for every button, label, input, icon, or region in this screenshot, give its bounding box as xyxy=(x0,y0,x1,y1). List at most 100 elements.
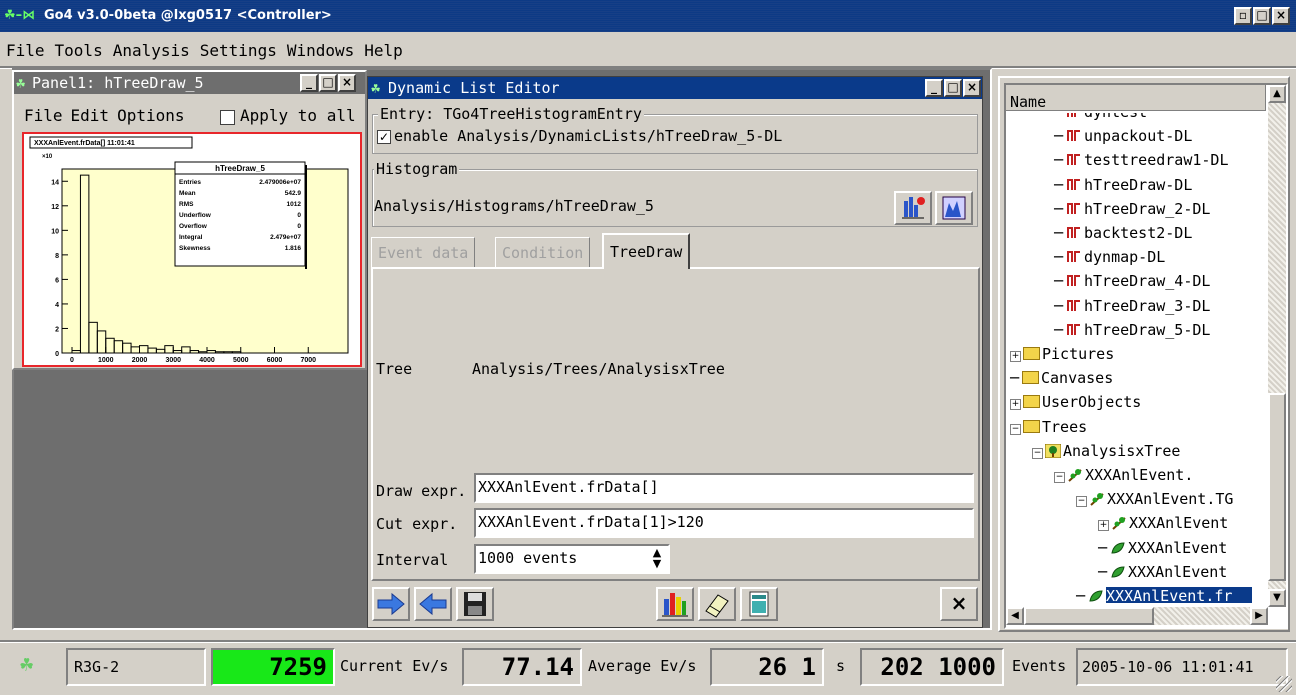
tree-item[interactable]: + UserObjects xyxy=(1010,391,1141,413)
expand-toggle-icon[interactable]: + xyxy=(1010,399,1021,411)
x-tick-label: 4000 xyxy=(199,357,215,364)
hscrollbar-thumb[interactable] xyxy=(1024,607,1154,625)
cut-expr-input[interactable]: XXXAnlEvent.frData[1]>120 xyxy=(474,508,974,538)
tree-item[interactable]: + Pictures xyxy=(1010,343,1114,365)
get-left-button[interactable] xyxy=(414,587,452,621)
clear-button[interactable] xyxy=(698,587,736,621)
expand-toggle-icon[interactable]: − xyxy=(1076,496,1087,508)
spin-arrows-icon[interactable]: ▲ ▼ xyxy=(648,547,666,571)
menu-help[interactable]: Help xyxy=(364,36,403,66)
scroll-down-icon[interactable]: ▼ xyxy=(1268,589,1286,607)
name-column-header[interactable]: Name xyxy=(1006,85,1266,111)
event-counter-lcd: 7259 xyxy=(211,648,335,686)
eraser-icon xyxy=(705,594,729,618)
interval-spinbox[interactable]: 1000 events xyxy=(474,544,670,574)
save-button[interactable] xyxy=(456,587,494,621)
x-tick-label: 3000 xyxy=(165,357,181,364)
dynamic-list-icon xyxy=(1067,299,1080,311)
view-histogram-button[interactable] xyxy=(935,191,973,225)
editor-titlebar[interactable]: ☘ Dynamic List Editor _ □ × xyxy=(368,77,982,99)
scroll-right-icon[interactable]: ▶ xyxy=(1250,607,1268,625)
editor-close-icon[interactable]: × xyxy=(963,79,981,97)
stats-key: Integral xyxy=(179,234,203,241)
tree-item-selected[interactable]: ─ XXXAnlEvent.fr xyxy=(1076,585,1253,603)
vertical-scrollbar[interactable]: ▲ ▼ xyxy=(1268,85,1286,607)
tree-item[interactable]: − XXXAnlEvent. xyxy=(1054,464,1193,486)
expand-toggle-icon[interactable]: − xyxy=(1010,423,1021,435)
close-icon[interactable]: × xyxy=(1272,7,1290,25)
draw-expr-input[interactable]: XXXAnlEvent.frData[] xyxy=(474,473,974,503)
menu-analysis[interactable]: Analysis xyxy=(113,36,190,66)
expand-toggle-icon[interactable]: + xyxy=(1098,520,1109,532)
tab-treedraw[interactable]: TreeDraw xyxy=(602,233,691,269)
dynamic-list-icon xyxy=(1067,323,1080,335)
panel-titlebar[interactable]: ☘ Panel1: hTreeDraw_5 _ □ × xyxy=(14,72,365,94)
print-info-button[interactable] xyxy=(740,587,778,621)
tree-item[interactable]: ─ unpackout-DL xyxy=(1054,125,1192,147)
expand-toggle-icon[interactable]: − xyxy=(1054,472,1065,483)
menu-windows[interactable]: Windows xyxy=(287,36,354,66)
tree-item[interactable]: ─ XXXAnlEvent xyxy=(1098,537,1227,559)
tree-item[interactable]: + XXXAnlEvent xyxy=(1098,512,1228,534)
current-rate-label: Current Ev/s xyxy=(340,657,449,675)
tree-item[interactable]: ─ dyntest xyxy=(1054,113,1147,123)
tree-item[interactable]: ─ Canvases xyxy=(1010,367,1113,389)
enable-checkbox[interactable]: ✓ xyxy=(377,130,391,144)
horizontal-scrollbar[interactable]: ◀ ▶ xyxy=(1006,607,1268,625)
close-editor-button[interactable]: × xyxy=(940,587,978,621)
tree-item[interactable]: ─ hTreeDraw_2-DL xyxy=(1054,198,1210,220)
panel-close-icon[interactable]: × xyxy=(338,74,356,92)
expand-toggle-icon[interactable]: − xyxy=(1032,447,1043,459)
menu-bar: File Tools Analysis Settings Windows Help xyxy=(0,36,1296,66)
maximize-icon[interactable]: □ xyxy=(1253,7,1271,25)
editor-maximize-icon[interactable]: □ xyxy=(944,79,962,97)
tree-item-label: AnalysisxTree xyxy=(1063,441,1181,460)
tree-item[interactable]: ─ backtest2-DL xyxy=(1054,222,1192,244)
tree-item[interactable]: ─ hTreeDraw_3-DL xyxy=(1054,295,1210,317)
menu-file[interactable]: File xyxy=(6,36,45,66)
scrollbar-thumb[interactable] xyxy=(1268,393,1286,581)
tree-item[interactable]: − XXXAnlEvent.TG xyxy=(1076,488,1233,510)
tree-item[interactable]: ─ testtreedraw1-DL xyxy=(1054,149,1229,171)
tree-item[interactable]: − Trees xyxy=(1010,416,1087,438)
stats-key: RMS xyxy=(179,201,194,208)
tab-event-data[interactable]: Event data xyxy=(371,237,476,269)
arrow-left-icon xyxy=(419,592,447,616)
scroll-left-icon[interactable]: ◀ xyxy=(1006,607,1024,625)
menu-tools[interactable]: Tools xyxy=(55,36,103,66)
tree-item[interactable]: ─ XXXAnlEvent xyxy=(1098,561,1227,583)
tree-item-label: XXXAnlEvent. xyxy=(1085,466,1194,484)
apply-all-checkbox[interactable] xyxy=(220,110,235,125)
tab-condition[interactable]: Condition xyxy=(495,237,591,269)
go4-window-icon: ☘ xyxy=(16,74,26,92)
histogram-title: XXXAnlEvent.frData[] 11:01:41 xyxy=(34,140,135,147)
go4-window-icon: ☘ xyxy=(371,79,381,97)
minimize-icon[interactable]: ▫ xyxy=(1234,7,1252,25)
name-header-label: Name xyxy=(1010,93,1047,111)
panel-menu-options[interactable]: Options xyxy=(117,106,184,125)
apply-right-button[interactable] xyxy=(372,587,410,621)
panel-maximize-icon[interactable]: □ xyxy=(319,74,337,92)
tree-item[interactable]: ─ hTreeDraw_4-DL xyxy=(1054,270,1210,292)
panel-menu-edit[interactable]: Edit xyxy=(71,106,110,125)
x-tick-label: 2000 xyxy=(132,357,148,364)
tree-item[interactable]: ─ hTreeDraw_5-DL xyxy=(1054,319,1210,341)
editor-minimize-icon[interactable]: _ xyxy=(925,79,943,97)
floppy-disk-icon xyxy=(464,592,486,616)
object-browser: Name ─ dyntest ─ unpackout-DL ─ testtreedraw1… xyxy=(998,76,1290,632)
panel-minimize-icon[interactable]: _ xyxy=(300,74,318,92)
resize-grip-icon[interactable] xyxy=(1276,676,1292,692)
panel-menu-file[interactable]: File xyxy=(24,106,63,125)
histogram-canvas[interactable]: XXXAnlEvent.frData[] 11:01:41 ×10 14 12 10 8 6… xyxy=(22,132,362,367)
tree-item[interactable]: ─ hTreeDraw-DL xyxy=(1054,174,1192,196)
expand-toggle-icon[interactable]: + xyxy=(1010,351,1021,362)
tree-item[interactable]: ─ dynmap-DL xyxy=(1054,246,1165,268)
draw-histogram-button[interactable] xyxy=(656,587,694,621)
stats-key: Underflow xyxy=(179,212,212,219)
scroll-up-icon[interactable]: ▲ xyxy=(1268,85,1286,103)
menu-settings[interactable]: Settings xyxy=(200,36,277,66)
tree-item[interactable]: − AnalysisxTree xyxy=(1032,440,1180,462)
tree-item-label: XXXAnlEvent.TG xyxy=(1107,490,1234,509)
new-histogram-button[interactable] xyxy=(894,191,932,225)
branch-icon xyxy=(1090,493,1104,506)
